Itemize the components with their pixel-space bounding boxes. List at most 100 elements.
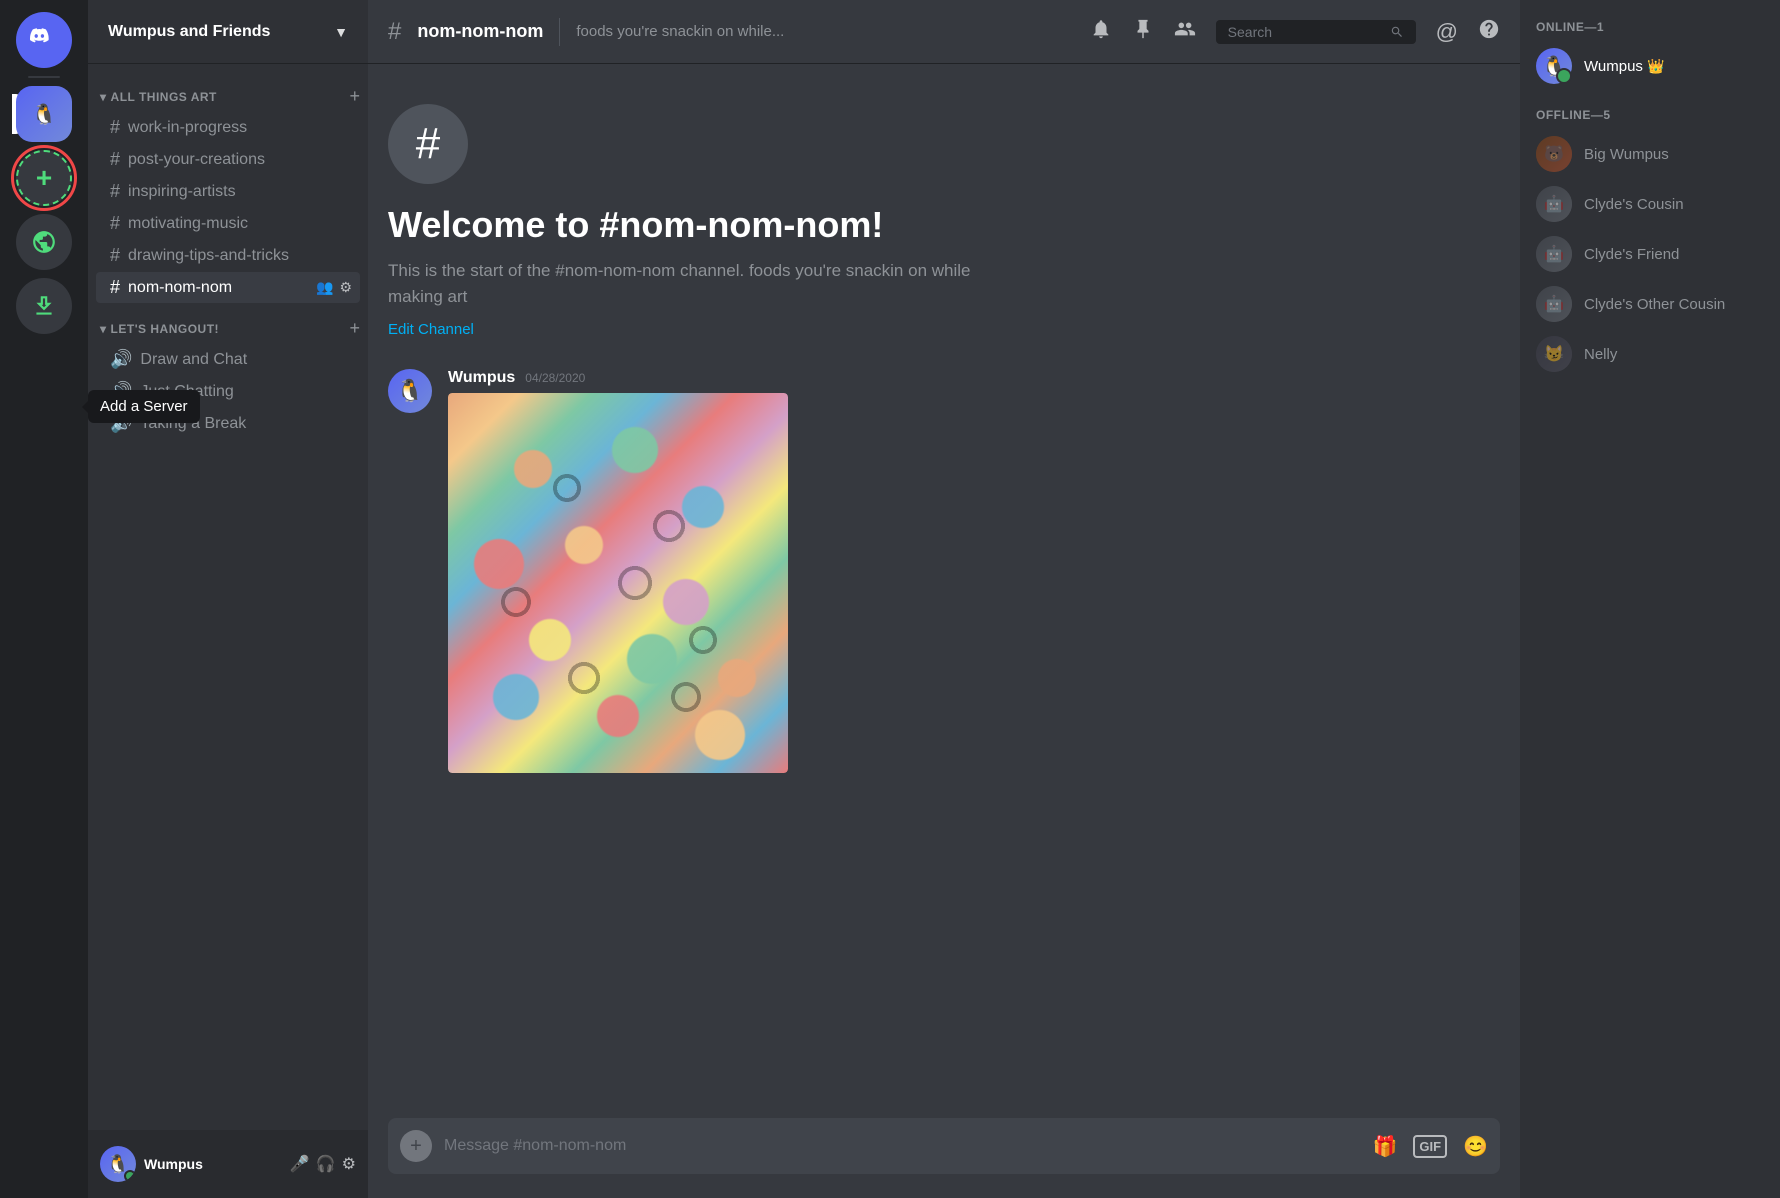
- gift-icon[interactable]: 🎁: [1373, 1134, 1398, 1159]
- add-member-icon[interactable]: 👥: [316, 279, 333, 296]
- help-icon[interactable]: [1478, 18, 1500, 45]
- channel-name: work-in-progress: [128, 119, 352, 137]
- hash-icon: #: [110, 213, 120, 234]
- mute-microphone-icon[interactable]: 🎤: [290, 1154, 310, 1174]
- member-name-big-wumpus: Big Wumpus: [1584, 146, 1669, 163]
- bell-icon[interactable]: [1090, 18, 1112, 45]
- user-controls: 🎤 🎧 ⚙: [290, 1154, 356, 1174]
- user-name: Wumpus: [144, 1156, 282, 1172]
- edit-channel-link[interactable]: Edit Channel: [388, 321, 474, 338]
- member-name-clydes-cousin: Clyde's Cousin: [1584, 196, 1684, 213]
- user-info: Wumpus: [144, 1156, 282, 1172]
- voice-channel-just-chatting[interactable]: 🔊 Just Chatting: [96, 376, 360, 407]
- search-icon: [1390, 24, 1404, 40]
- channel-inspiring-artists[interactable]: # inspiring-artists: [96, 176, 360, 207]
- settings-icon[interactable]: ⚙: [339, 279, 352, 296]
- server-title: Wumpus and Friends: [108, 23, 270, 41]
- member-name-clydes-other-cousin: Clyde's Other Cousin: [1584, 296, 1725, 313]
- message-content: Wumpus 04/28/2020: [448, 369, 1500, 773]
- channel-motivating-music[interactable]: # motivating-music: [96, 208, 360, 239]
- server-icon-download[interactable]: [16, 278, 72, 334]
- server-sidebar: 🐧 + Add a Server: [0, 0, 88, 1198]
- at-icon[interactable]: @: [1436, 19, 1458, 45]
- member-item-clydes-other-cousin[interactable]: 🤖 Clyde's Other Cousin: [1528, 280, 1772, 328]
- server-icon-wumpus[interactable]: 🐧: [16, 86, 72, 142]
- channel-nom-nom-nom[interactable]: # nom-nom-nom 👥 ⚙: [96, 272, 360, 303]
- category-lets-hangout[interactable]: ▾ LET'S HANGOUT! +: [88, 304, 368, 343]
- message-input-box: + 🎁 GIF 😊: [388, 1118, 1500, 1174]
- channel-post-your-creations[interactable]: # post-your-creations: [96, 144, 360, 175]
- member-avatar-big-wumpus: 🐻: [1536, 136, 1572, 172]
- member-name-clydes-friend: Clyde's Friend: [1584, 246, 1679, 263]
- server-icon-add-server[interactable]: +: [16, 150, 72, 206]
- category-label-art: ▾ ALL THINGS ART: [100, 90, 217, 104]
- channel-drawing-tips[interactable]: # drawing-tips-and-tricks: [96, 240, 360, 271]
- headset-icon[interactable]: 🎧: [316, 1154, 336, 1174]
- header-divider: [559, 18, 560, 46]
- server-wumpus-wrapper: 🐧: [16, 86, 72, 142]
- category-chevron-icon: ▾: [100, 90, 107, 104]
- channel-list: ▾ ALL THINGS ART + # work-in-progress # …: [88, 64, 368, 1130]
- member-item-wumpus[interactable]: 🐧 Wumpus 👑: [1528, 42, 1772, 90]
- search-box: [1216, 20, 1416, 44]
- hash-icon: #: [110, 245, 120, 266]
- hash-icon: #: [110, 277, 120, 298]
- category-add-art[interactable]: +: [349, 86, 360, 107]
- channel-header: # nom-nom-nom foods you're snackin on wh…: [368, 0, 1520, 64]
- channel-name: Just Chatting: [140, 383, 352, 401]
- search-input[interactable]: [1228, 24, 1382, 40]
- member-avatar-clydes-friend: 🤖: [1536, 236, 1572, 272]
- emoji-icon[interactable]: 😊: [1463, 1134, 1488, 1159]
- speaker-icon: 🔊: [110, 381, 132, 402]
- user-avatar: 🐧: [100, 1146, 136, 1182]
- message-header: Wumpus 04/28/2020: [448, 369, 1500, 387]
- category-all-things-art[interactable]: ▾ ALL THINGS ART +: [88, 72, 368, 111]
- member-avatar-clydes-cousin: 🤖: [1536, 186, 1572, 222]
- speaker-icon: 🔊: [110, 349, 132, 370]
- hash-icon: #: [110, 149, 120, 170]
- channel-name: inspiring-artists: [128, 183, 352, 201]
- channel-name: Taking a Break: [140, 415, 352, 433]
- member-item-big-wumpus[interactable]: 🐻 Big Wumpus: [1528, 130, 1772, 178]
- channel-welcome: # Welcome to #nom-nom-nom! This is the s…: [388, 84, 1500, 369]
- server-chevron-icon: ▼: [334, 24, 348, 40]
- member-item-clydes-friend[interactable]: 🤖 Clyde's Friend: [1528, 230, 1772, 278]
- input-actions: 🎁 GIF 😊: [1373, 1134, 1488, 1159]
- user-settings-icon[interactable]: ⚙: [342, 1154, 356, 1174]
- server-icon-explore[interactable]: [16, 214, 72, 270]
- channel-name: nom-nom-nom: [128, 279, 308, 297]
- gif-button[interactable]: GIF: [1413, 1135, 1447, 1158]
- voice-channel-taking-a-break[interactable]: 🔊 Taking a Break: [96, 408, 360, 439]
- member-name-wumpus: Wumpus 👑: [1584, 58, 1665, 75]
- channel-actions: 👥 ⚙: [316, 279, 352, 296]
- member-item-nelly[interactable]: 😼 Nelly: [1528, 330, 1772, 378]
- channel-name: Draw and Chat: [140, 351, 352, 369]
- header-channel-topic: foods you're snackin on while...: [576, 23, 784, 40]
- message-author-name: Wumpus: [448, 369, 515, 387]
- offline-section-header: OFFLINE—5: [1528, 108, 1772, 122]
- message-image[interactable]: [448, 393, 788, 773]
- channel-name: post-your-creations: [128, 151, 352, 169]
- server-header[interactable]: Wumpus and Friends ▼: [88, 0, 368, 64]
- members-icon[interactable]: [1174, 18, 1196, 45]
- members-sidebar: ONLINE—1 🐧 Wumpus 👑 OFFLINE—5 🐻 Big Wump…: [1520, 0, 1780, 1198]
- chat-area: # Welcome to #nom-nom-nom! This is the s…: [368, 64, 1520, 1118]
- pin-icon[interactable]: [1132, 18, 1154, 45]
- voice-channel-draw-and-chat[interactable]: 🔊 Draw and Chat: [96, 344, 360, 375]
- channel-sidebar: Wumpus and Friends ▼ ▾ ALL THINGS ART + …: [88, 0, 368, 1198]
- channel-work-in-progress[interactable]: # work-in-progress: [96, 112, 360, 143]
- user-bar: 🐧 Wumpus 🎤 🎧 ⚙: [88, 1130, 368, 1198]
- message-input[interactable]: [444, 1137, 1361, 1155]
- welcome-title: Welcome to #nom-nom-nom!: [388, 204, 1500, 246]
- input-add-button[interactable]: +: [400, 1130, 432, 1162]
- server-divider: [28, 76, 60, 78]
- header-hash-icon: #: [388, 18, 401, 46]
- hash-icon: #: [110, 181, 120, 202]
- member-name-nelly: Nelly: [1584, 346, 1617, 363]
- category-chevron-icon-2: ▾: [100, 322, 107, 336]
- category-add-hangout[interactable]: +: [349, 318, 360, 339]
- member-avatar-wumpus: 🐧: [1536, 48, 1572, 84]
- server-icon-discord-home[interactable]: [16, 12, 72, 68]
- channel-name: motivating-music: [128, 215, 352, 233]
- member-item-clydes-cousin[interactable]: 🤖 Clyde's Cousin: [1528, 180, 1772, 228]
